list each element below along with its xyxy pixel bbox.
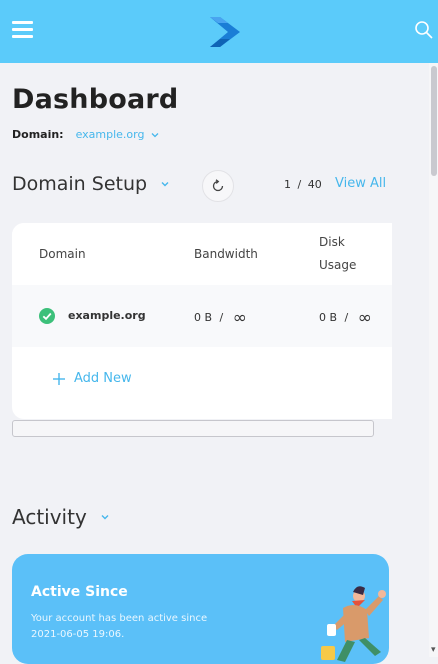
activity-title: Activity [12,505,87,529]
pager-current: 1 [284,178,291,191]
domain-setup-title: Domain Setup [12,173,148,195]
pager-total: 40 [307,178,322,191]
bandwidth-used: 0 B [194,311,213,324]
add-new-button[interactable]: Add New [52,371,132,386]
disk-used: 0 B [319,311,338,324]
scrollbar-thumb[interactable] [431,66,437,176]
domain-name-link[interactable]: example.org [68,309,146,322]
column-header-disk: Disk [319,235,345,249]
bandwidth-limit: ∞ [232,308,247,328]
brand-logo-icon[interactable] [207,11,243,53]
disk-separator: / [344,311,349,324]
horizontal-scrollbar[interactable] [12,420,374,437]
add-new-label: Add New [74,371,132,386]
search-icon[interactable] [414,20,434,40]
page-title: Dashboard [12,84,179,115]
disk-usage: 0 B / ∞ [319,308,372,328]
domain-selector-row: Domain: example.org [12,128,159,141]
domain-table-card: Domain Bandwidth Disk Usage example.org … [12,223,392,419]
domain-label: Domain: [12,128,64,141]
view-all-link[interactable]: View All [335,176,386,191]
activity-collapse-chevron-icon[interactable] [100,512,110,522]
domain-select[interactable]: example.org [76,128,160,141]
chevron-down-icon [152,132,159,137]
column-header-domain: Domain [39,247,86,261]
domain-setup-collapse-chevron-icon[interactable] [160,179,170,189]
bandwidth-usage: 0 B / ∞ [194,308,247,328]
plus-icon [53,372,65,385]
table-row[interactable]: example.org 0 B / ∞ 0 B / ∞ [12,285,392,347]
column-header-bandwidth: Bandwidth [194,247,258,261]
runner-illustration-icon [321,586,386,662]
disk-limit: ∞ [357,308,372,328]
domain-setup-header: Domain Setup [12,173,170,195]
active-since-description: Your account has been active since 2021-… [31,613,208,640]
hamburger-menu-icon[interactable] [12,21,33,39]
check-circle-icon [39,308,55,324]
table-header: Domain Bandwidth Disk Usage [12,223,392,285]
pager-separator: / [297,178,302,191]
refresh-button[interactable] [202,170,234,202]
active-since-title: Active Since [31,584,128,600]
top-bar [0,0,438,63]
active-since-card: Active Since Your account has been activ… [12,554,389,664]
scroll-down-arrow-icon[interactable]: ▾ [431,645,438,655]
domain-select-value: example.org [75,128,145,141]
column-header-usage: Usage [319,258,357,272]
pagination-count: 1 / 40 [284,178,322,191]
refresh-icon [212,179,224,192]
activity-header: Activity [12,505,110,529]
bandwidth-separator: / [219,311,224,324]
